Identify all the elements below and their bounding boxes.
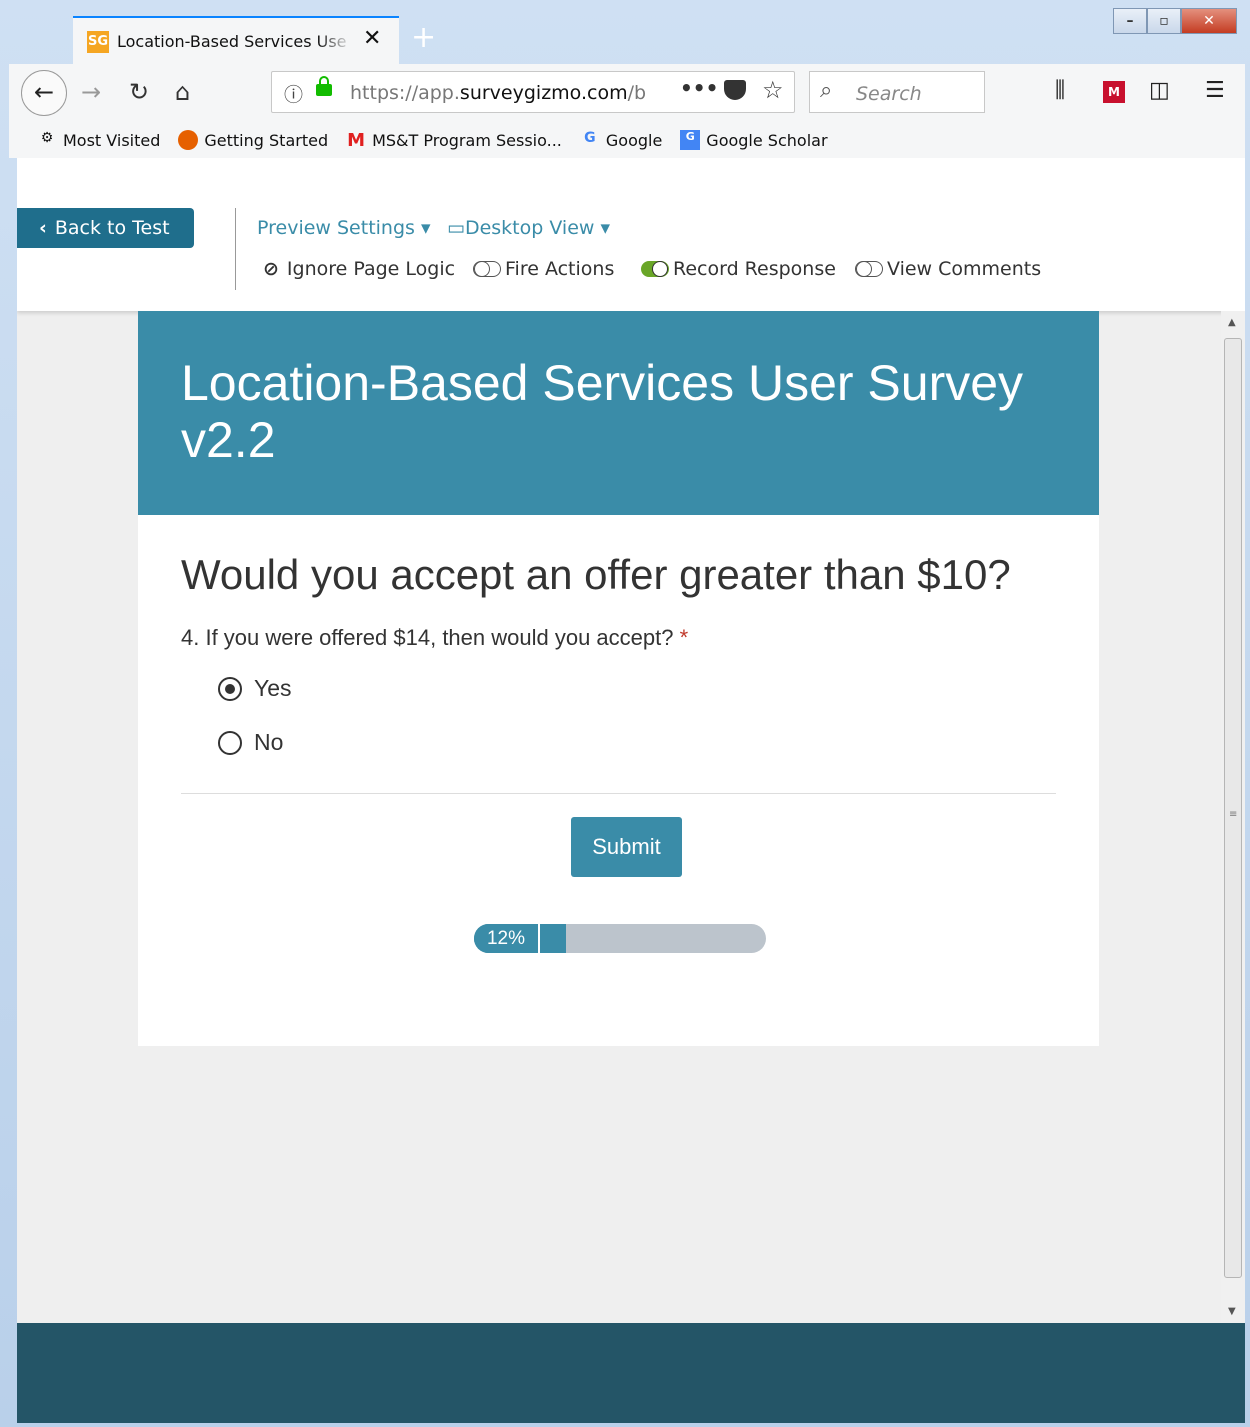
extension-icon[interactable]: M	[1103, 81, 1125, 103]
browser-tab[interactable]: SG Location-Based Services User Survey v…	[73, 16, 399, 64]
tab-strip: SG Location-Based Services User Survey v…	[9, 8, 1245, 64]
sidebar-icon[interactable]: ◫	[1149, 78, 1170, 103]
submit-button[interactable]: Submit	[571, 817, 682, 877]
radio-selected-icon[interactable]	[218, 676, 242, 701]
scroll-up-icon[interactable]: ▲	[1228, 317, 1236, 328]
search-input[interactable]: ⌕ Search	[809, 71, 985, 113]
preview-toolbar: ‹ Back to Test Preview Settings ▾ ▭Deskto…	[17, 158, 1245, 311]
bookmark-getting-started[interactable]: Getting Started	[178, 130, 328, 150]
lock-icon	[316, 76, 332, 96]
reload-icon[interactable]: ↻	[129, 78, 149, 106]
bookmark-most-visited[interactable]: ⚙ Most Visited	[37, 130, 161, 150]
monitor-icon: ▭	[447, 217, 465, 239]
caret-down-icon: ▾	[600, 217, 611, 239]
desktop-view-dropdown[interactable]: ▭Desktop View ▾	[447, 217, 610, 239]
ignore-page-logic-option[interactable]: ⊘ Ignore Page Logic	[263, 258, 455, 280]
minimize-icon[interactable]: –	[1113, 8, 1147, 34]
divider	[181, 793, 1056, 794]
chevron-left-icon: ‹	[39, 217, 47, 239]
bookmark-star-icon[interactable]: ☆	[762, 76, 784, 104]
mst-logo-icon: M	[347, 130, 366, 151]
toggle-on-icon	[641, 260, 669, 277]
bookmark-google-scholar[interactable]: G Google Scholar	[680, 130, 828, 150]
search-icon: ⌕	[820, 78, 833, 103]
bookmark-google[interactable]: G Google	[580, 130, 662, 150]
toggle-off-icon	[473, 260, 501, 277]
firefox-icon	[178, 130, 199, 150]
scrollbar-thumb[interactable]: ≡	[1224, 338, 1242, 1278]
browser-chrome: SG Location-Based Services User Survey v…	[9, 8, 1245, 158]
grip-icon: ≡	[1229, 809, 1238, 820]
record-response-toggle[interactable]: Record Response	[641, 258, 836, 280]
back-arrow-icon[interactable]: ←	[21, 70, 67, 116]
survey-header: Location-Based Services User Survey v2.2	[138, 311, 1099, 515]
fire-actions-toggle[interactable]: Fire Actions	[473, 258, 614, 280]
tab-title: Location-Based Services User Survey v2.2	[117, 32, 347, 51]
site-info-icon[interactable]: ⓘ	[284, 80, 303, 107]
required-marker: *	[679, 625, 689, 650]
option-yes[interactable]: Yes	[218, 675, 292, 702]
maximize-icon[interactable]: ▫	[1147, 8, 1181, 34]
tab-close-icon[interactable]: ✕	[363, 26, 381, 51]
menu-icon[interactable]: ☰	[1205, 78, 1225, 103]
back-to-test-button[interactable]: ‹ Back to Test	[17, 208, 194, 248]
vertical-scrollbar[interactable]: ▲ ≡ ▼	[1221, 311, 1245, 1323]
page-footer	[17, 1323, 1245, 1423]
library-icon[interactable]: ⫼	[1055, 78, 1065, 103]
surveygizmo-favicon-icon: SG	[87, 31, 109, 53]
google-icon: G	[584, 130, 596, 146]
bookmark-mst-program[interactable]: M MS&T Program Sessio...	[346, 130, 562, 151]
gear-icon: ⚙	[40, 130, 54, 146]
survey-title: Location-Based Services User Survey v2.2	[181, 355, 1024, 468]
caret-down-icon: ▾	[420, 217, 431, 239]
scroll-down-icon[interactable]: ▼	[1228, 1306, 1236, 1317]
question-text: 4. If you were offered $14, then would y…	[181, 625, 689, 650]
progress-bar: 12%	[474, 924, 766, 953]
tab-title-fade	[317, 28, 353, 56]
progress-label: 12%	[474, 924, 540, 953]
option-no[interactable]: No	[218, 729, 283, 756]
browser-window: SG Location-Based Services User Survey v…	[0, 0, 1250, 1427]
window-close-icon[interactable]: ✕	[1181, 8, 1237, 34]
home-icon[interactable]: ⌂	[175, 78, 190, 106]
view-comments-toggle[interactable]: View Comments	[855, 258, 1041, 280]
window-controls: – ▫ ✕	[1113, 8, 1237, 36]
toolbar-divider	[235, 208, 236, 290]
google-scholar-icon: G	[680, 130, 701, 150]
bookmarks-bar: ⚙ Most Visited Getting Started M MS&T Prog…	[9, 122, 1245, 158]
pocket-icon[interactable]	[724, 80, 746, 100]
toggle-off-icon	[855, 260, 883, 277]
page-title: Would you accept an offer greater than $…	[181, 551, 1011, 598]
url-bar[interactable]: ⓘ https://app.surveygizmo.com/b ••• ☆	[271, 71, 795, 113]
preview-settings-dropdown[interactable]: Preview Settings ▾	[257, 217, 431, 239]
new-tab-icon[interactable]: +	[411, 20, 436, 55]
radio-unselected-icon[interactable]	[218, 730, 242, 755]
survey-body: Would you accept an offer greater than $…	[138, 515, 1099, 1046]
page-viewport: ‹ Back to Test Preview Settings ▾ ▭Deskto…	[17, 158, 1245, 1323]
page-actions-icon[interactable]: •••	[680, 76, 718, 100]
nav-bar: ← → ↻ ⌂ ⓘ https://app.surveygizmo.com/b …	[9, 64, 1245, 122]
search-placeholder: Search	[856, 83, 922, 105]
prohibited-icon: ⊘	[263, 258, 279, 280]
url-text: https://app.surveygizmo.com/b	[350, 82, 647, 104]
forward-arrow-icon[interactable]: →	[81, 78, 101, 106]
